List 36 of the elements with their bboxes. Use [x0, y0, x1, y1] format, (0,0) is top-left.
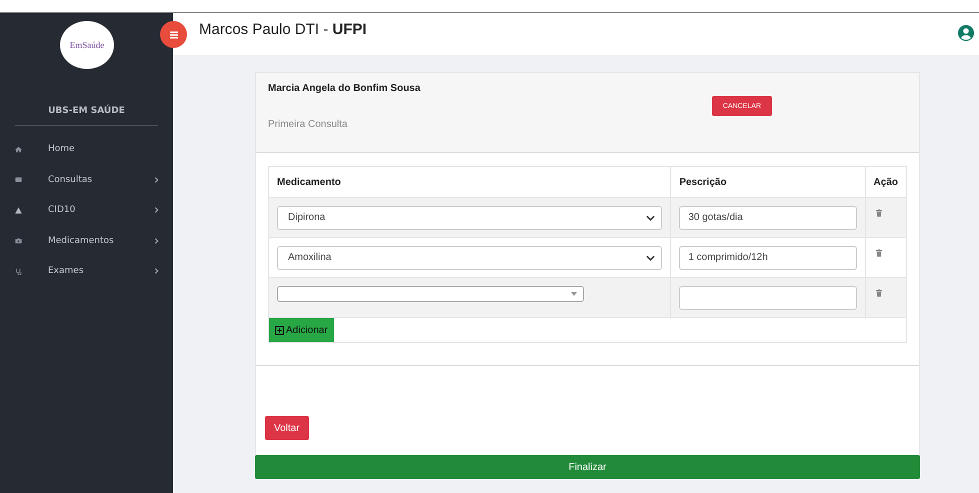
page-title: Marcos Paulo DTI - UFPI [199, 21, 368, 38]
prescription-field[interactable]: 1 comprimido/12h [679, 246, 857, 270]
chevron-down-icon [646, 254, 656, 260]
logo-text: EmSaúde [70, 40, 104, 50]
prescription-field[interactable]: 30 gotas/dia [679, 206, 857, 230]
warning-icon [15, 206, 22, 214]
trash-icon[interactable] [876, 289, 882, 297]
sidebar-title: UBS-EM SAÚDE [47, 106, 126, 116]
finish-button[interactable]: Finalizar [255, 455, 920, 479]
card-icon [15, 176, 22, 184]
sidebar-item[interactable]: Medicamentos [0, 226, 173, 256]
medication-select[interactable]: Amoxilina [277, 246, 662, 270]
sidebar-item[interactable]: Home [0, 134, 173, 164]
chevron-down-icon [646, 214, 656, 220]
back-button[interactable]: Voltar [265, 416, 309, 440]
stethoscope-icon [15, 268, 22, 275]
column-header: Pescrição [670, 166, 866, 198]
plus-icon [275, 326, 284, 334]
column-header: Medicamento [268, 166, 671, 198]
caret-icon [571, 292, 577, 296]
prescription-field[interactable] [679, 286, 857, 310]
user-icon[interactable] [958, 25, 974, 41]
patient-name: Marcia Angela do Bonfim Sousa [268, 83, 422, 94]
sidebar-item[interactable]: Exames [0, 256, 173, 286]
medication-select[interactable]: Dipirona [277, 206, 662, 230]
home-icon [15, 146, 22, 153]
menu-icon [168, 30, 178, 40]
add-button[interactable]: Adicionar [269, 318, 334, 342]
consultation-type: Primeira Consulta [268, 119, 348, 130]
trash-icon[interactable] [876, 249, 882, 257]
menu-button[interactable] [160, 21, 187, 48]
medkit-icon [15, 237, 22, 244]
sidebar-item[interactable]: Consultas [0, 164, 173, 195]
medication-select[interactable] [277, 286, 584, 302]
trash-icon[interactable] [876, 209, 882, 217]
sidebar-item[interactable]: CID10 [0, 195, 173, 226]
